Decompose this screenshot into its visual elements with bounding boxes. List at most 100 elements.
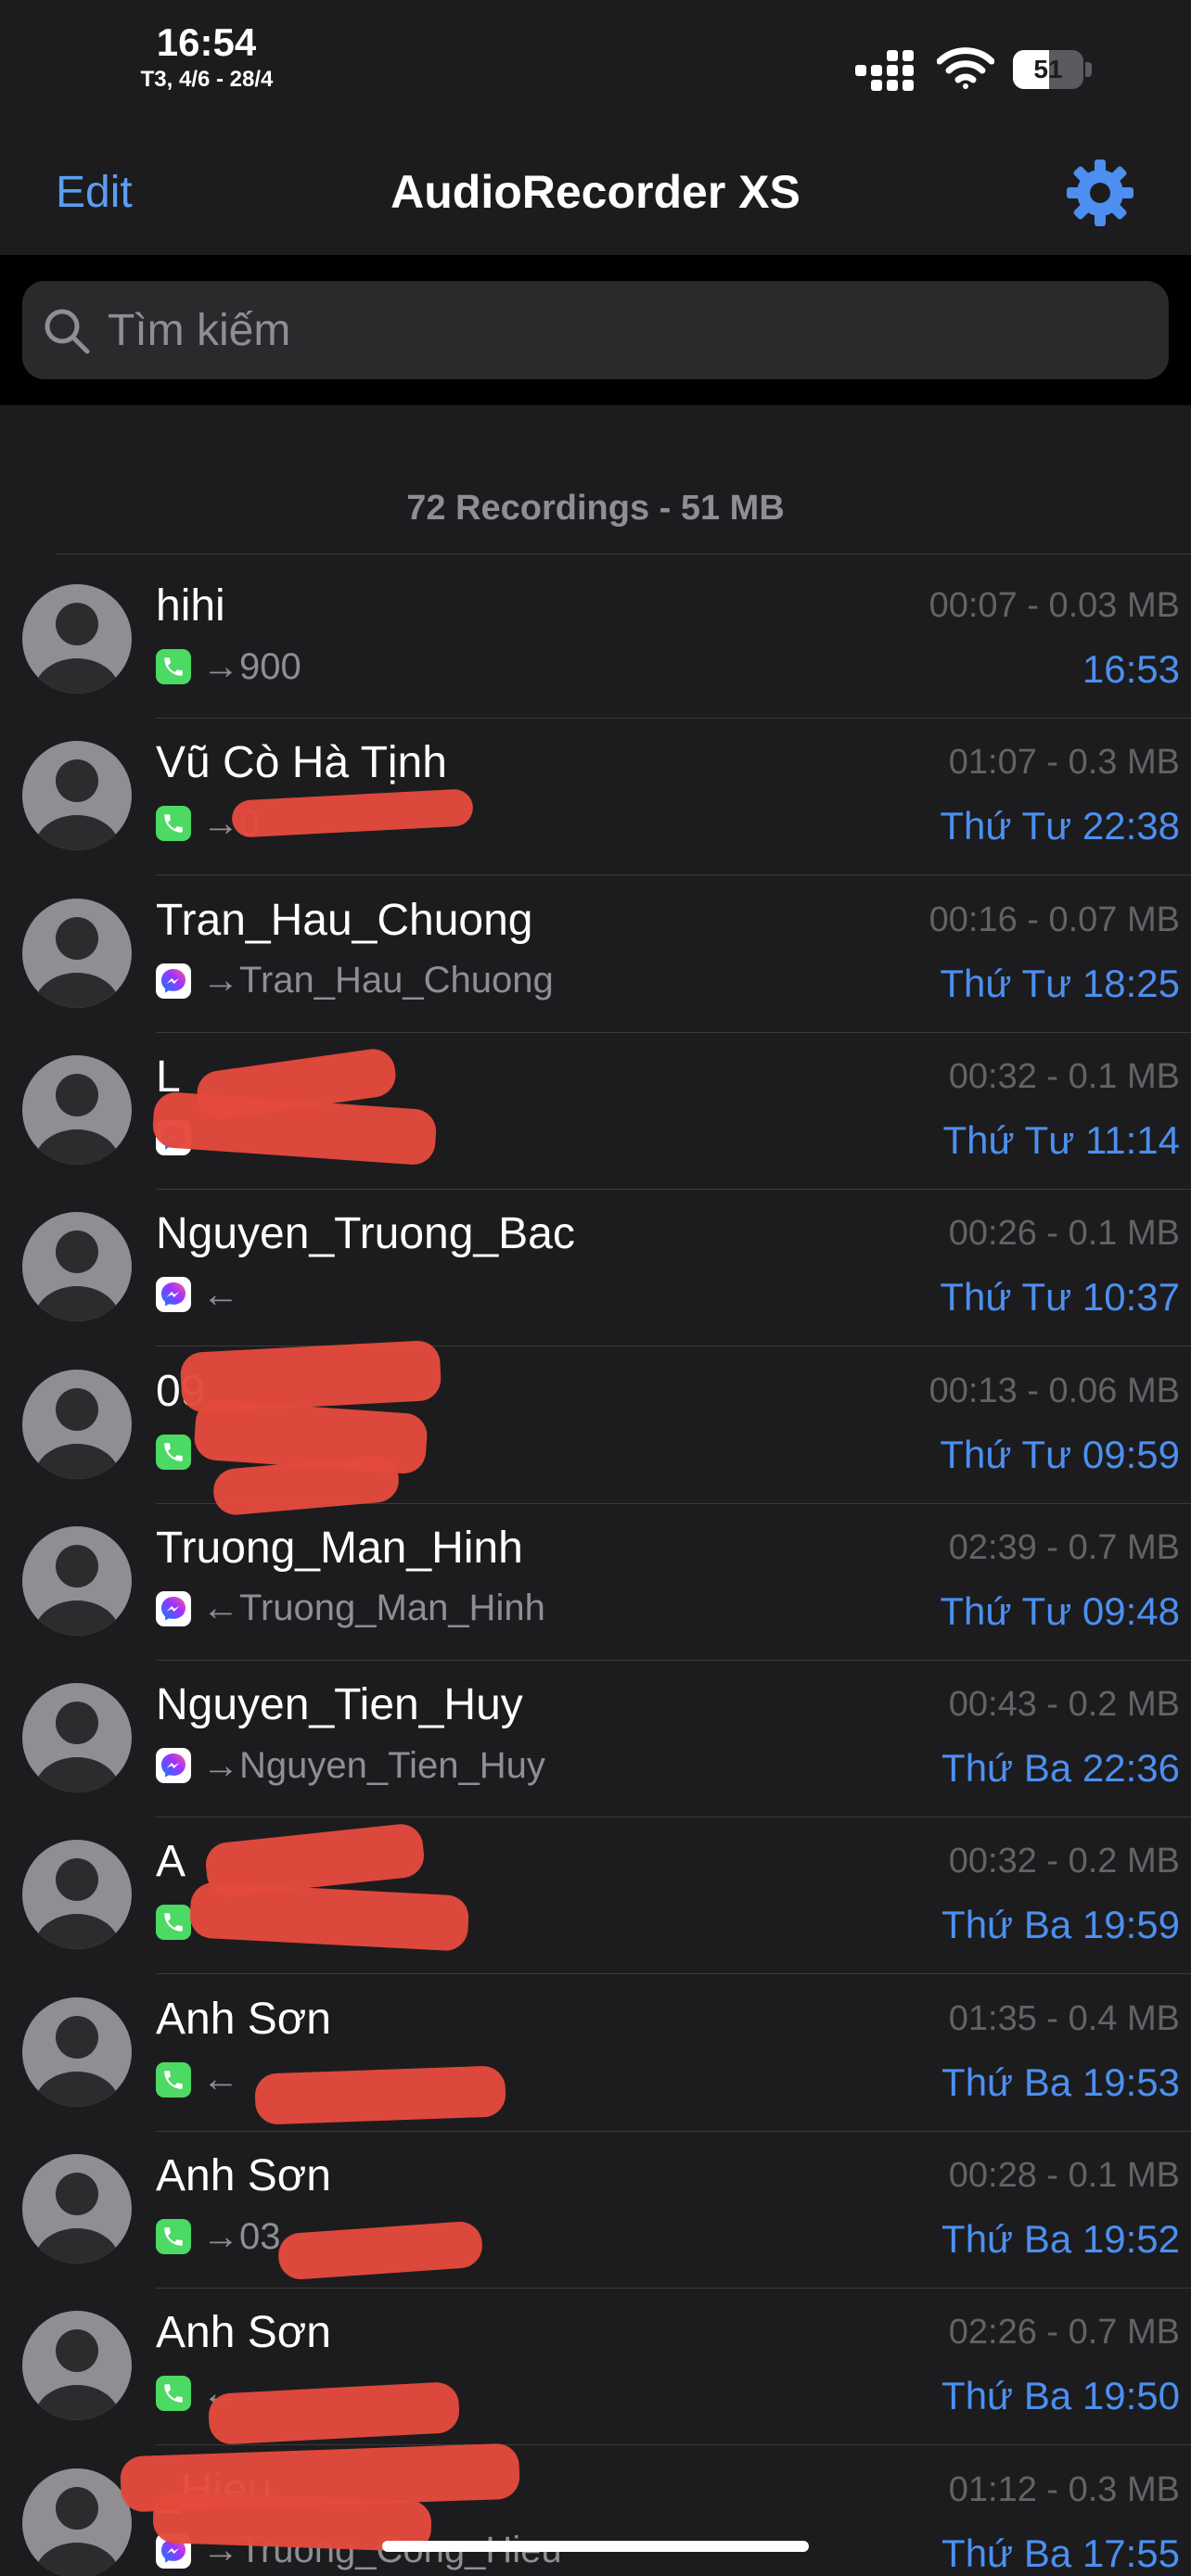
recording-row[interactable]: 0900:13 - 0.06 MBThứ Tư 09:59 [0, 1347, 1191, 1504]
recording-row[interactable]: Truong_Man_Hinh ←Truong_Man_Hinh 02:39 - 0… [0, 1504, 1191, 1661]
recording-date: Thứ Ba 19:53 [941, 2060, 1180, 2104]
recording-duration-size: 00:43 - 0.2 MB [948, 1685, 1180, 1725]
recording-name: Nguyen_Truong_Bac [156, 1209, 575, 1259]
recording-detail: ←Truong_Man_Hinh [202, 1588, 545, 1629]
recording-row[interactable]: Anh Sơn ← 01:35 - 0.4 MB Thứ Ba 19:53 [0, 1975, 1191, 2132]
recordings-list[interactable]: 72 Recordings - 51 MB hihi →900 00:07 - 0.… [0, 405, 1191, 2576]
recording-row[interactable]: Nguyen_Truong_Bac ← 00:26 - 0.1 MB Thứ Tư 1… [0, 1190, 1191, 1347]
status-date: T3, 4/6 - 28/4 [140, 67, 274, 92]
recording-source: →Tran_Hau_Chuong [156, 960, 554, 1001]
recording-detail: ← [202, 2059, 239, 2100]
contact-avatar-icon [20, 1681, 134, 1794]
recording-duration-size: 00:28 - 0.1 MB [948, 2156, 1180, 2195]
recording-name: Anh Sơn [156, 2308, 331, 2358]
recording-name: Anh Sơn [156, 1994, 331, 2044]
contact-avatar-icon [20, 897, 134, 1010]
contact-avatar-icon [20, 2467, 134, 2576]
recording-duration-size: 00:16 - 0.07 MB [928, 899, 1180, 939]
status-time: 16:54 [156, 20, 257, 64]
messenger-icon [156, 1748, 191, 1784]
contact-avatar-icon [20, 1368, 134, 1481]
home-indicator[interactable] [382, 2541, 809, 2552]
recording-row[interactable]: A 00:32 - 0.2 MB Thứ Ba 19:59 [0, 1817, 1191, 1975]
recording-name: hihi [156, 581, 225, 631]
contact-avatar-icon [20, 1053, 134, 1167]
recording-source: ← [156, 2059, 239, 2100]
recording-row[interactable]: Vũ Cò Hà Tịnh →0 01:07 - 0.3 MB Thứ Tư 22:3… [0, 719, 1191, 876]
battery-percent: 51 [1033, 55, 1063, 83]
recording-row[interactable]: Anh Sơn ← 02:26 - 0.7 MB Thứ Ba 19:50 [0, 2289, 1191, 2446]
page-title: AudioRecorder XS [391, 166, 800, 218]
recording-date: Thứ Ba 19:59 [941, 1903, 1180, 1947]
recording-duration-size: 00:07 - 0.03 MB [928, 586, 1180, 625]
messenger-icon [156, 963, 191, 999]
recording-source: ← [156, 1274, 239, 1315]
contact-avatar-icon [20, 2152, 134, 2265]
recording-date: Thứ Ba 17:55 [941, 2531, 1180, 2575]
search-bar[interactable] [22, 281, 1169, 379]
recording-duration-size: 00:13 - 0.06 MB [928, 1371, 1180, 1410]
recording-detail: →900 [202, 645, 301, 687]
recording-name: Vũ Cò Hà Tịnh [156, 738, 447, 788]
contact-avatar-icon [20, 1210, 134, 1323]
recording-duration-size: 00:32 - 0.1 MB [948, 1056, 1180, 1096]
search-input[interactable] [108, 281, 1128, 379]
navigation-bar: Edit AudioRecorder XS [0, 130, 1191, 255]
search-icon [45, 309, 90, 354]
recording-duration-size: 01:07 - 0.3 MB [948, 743, 1180, 783]
recording-row[interactable]: Anh Sơn →03 00:28 - 0.1 MB Thứ Ba 19:52 [0, 2132, 1191, 2289]
recording-duration-size: 01:35 - 0.4 MB [948, 1998, 1180, 2038]
messenger-icon [156, 1277, 191, 1313]
contact-avatar-icon [20, 739, 134, 852]
recording-row[interactable]: hihi →900 00:07 - 0.03 MB 16:53 [0, 562, 1191, 719]
phone-call-icon [156, 649, 191, 684]
phone-call-icon [156, 2219, 191, 2254]
recordings-summary: 72 Recordings - 51 MB [406, 489, 785, 528]
recording-source: →900 [156, 646, 301, 687]
recording-duration-size: 02:39 - 0.7 MB [948, 1527, 1180, 1567]
recording-date: Thứ Tư 09:59 [940, 1432, 1180, 1476]
contact-avatar-icon [20, 1524, 134, 1638]
recording-row[interactable]: Nguyen_Tien_Huy →Nguyen_Tien_Huy 00:43 - 0… [0, 1661, 1191, 1818]
recording-detail: →Nguyen_Tien_Huy [202, 1744, 545, 1786]
redaction-mark [254, 2065, 506, 2125]
phone-call-icon [156, 2061, 191, 2098]
recording-detail: →Tran_Hau_Chuong [202, 960, 554, 1001]
phone-call-icon [156, 806, 191, 842]
recording-date: Thứ Tư 09:48 [940, 1588, 1180, 1633]
divider [56, 554, 1191, 555]
contact-avatar-icon [20, 2309, 134, 2422]
recording-name: Truong_Man_Hinh [156, 1523, 523, 1573]
recording-row[interactable]: Tran_Hau_Chuong →Tran_Hau_Chuong 00:16 - 0… [0, 876, 1191, 1033]
recording-date: Thứ Tư 11:14 [942, 1117, 1180, 1162]
recording-date: 16:53 [1082, 647, 1180, 691]
recording-source: →03 [156, 2216, 281, 2257]
recording-source: ←Truong_Man_Hinh [156, 1588, 545, 1629]
contact-avatar-icon [20, 1996, 134, 2109]
recording-date: Thứ Tư 22:38 [940, 804, 1180, 848]
wifi-icon [937, 47, 994, 89]
contact-avatar-icon [20, 582, 134, 695]
recording-date: Thứ Ba 22:36 [941, 1746, 1180, 1791]
recording-date: Thứ Tư 10:37 [940, 1275, 1180, 1320]
recording-duration-size: 02:26 - 0.7 MB [948, 2313, 1180, 2353]
cellular-signal-icon [855, 50, 914, 91]
recording-date: Thứ Ba 19:52 [941, 2217, 1180, 2261]
recording-duration-size: 00:32 - 0.2 MB [948, 1842, 1180, 1881]
recording-date: Thứ Tư 18:25 [940, 961, 1180, 1005]
recording-detail: →03 [202, 2215, 281, 2257]
recording-duration-size: 01:12 - 0.3 MB [948, 2469, 1180, 2509]
recording-date: Thứ Ba 19:50 [941, 2374, 1180, 2418]
recording-duration-size: 00:26 - 0.1 MB [948, 1214, 1180, 1254]
settings-gear-icon[interactable] [1065, 158, 1135, 228]
phone-call-icon [156, 1905, 191, 1941]
recording-source: →Nguyen_Tien_Huy [156, 1745, 545, 1786]
phone-call-icon [156, 2376, 191, 2412]
recording-name: Tran_Hau_Chuong [156, 895, 533, 945]
status-bar: 16:54 T3, 4/6 - 28/4 51 [0, 0, 1191, 130]
recording-name: Nguyen_Tien_Huy [156, 1680, 523, 1730]
search-section [0, 255, 1191, 405]
recording-name: A [156, 1837, 186, 1887]
contact-avatar-icon [20, 1838, 134, 1951]
recording-name: Anh Sơn [156, 2151, 331, 2200]
